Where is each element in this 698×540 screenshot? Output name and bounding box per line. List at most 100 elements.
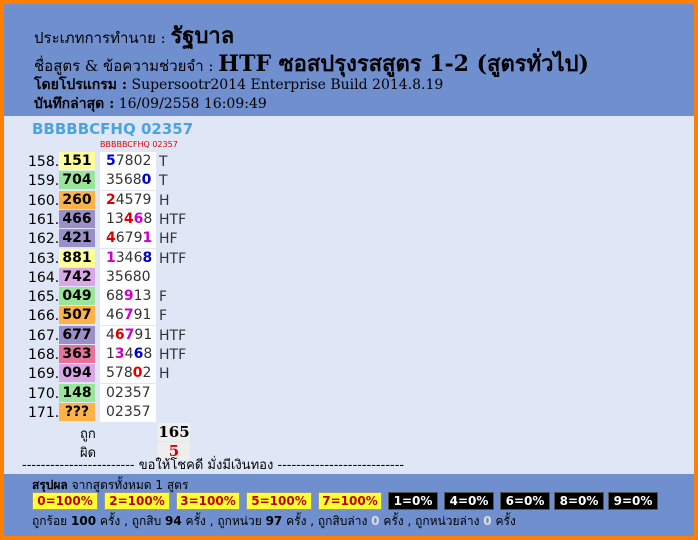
formula-digit: 46: [106, 307, 124, 324]
row-result: 466: [59, 209, 95, 228]
row-number: 158.: [28, 154, 60, 170]
row-formula-digits: 46791: [100, 306, 156, 326]
row-result: 094: [59, 364, 95, 383]
row-tag: H: [159, 366, 170, 383]
row-result: 363: [59, 345, 95, 363]
formula-digit: 35680: [106, 268, 151, 285]
formula-digit: 2: [106, 191, 116, 208]
row-formula-digits: 68913: [100, 287, 156, 307]
row-formula-digits: 46791: [100, 229, 156, 249]
formula-digit: 8: [142, 249, 153, 266]
formula-digit: 68: [106, 288, 124, 305]
formula-digit: 8: [143, 210, 153, 227]
row-number: 170.: [28, 385, 60, 402]
prediction-type-label: ประเภทการทำนาย :: [34, 29, 166, 47]
table-row: 169. 094 57802 H: [26, 364, 191, 384]
formula-digit: 7802: [115, 153, 152, 169]
row-result: 677: [59, 325, 95, 344]
row-result: 148: [59, 383, 95, 402]
summary-footer: สรุปผล จากสูตรทั้งหมด 1 สูตร 0=100% 2=100…: [4, 474, 694, 536]
summary-title-rest: จากสูตรทั้งหมด 1 สูตร: [67, 478, 189, 492]
row-result: 049: [59, 287, 95, 306]
formula-digit: 13: [106, 210, 124, 227]
digit-badge: 7=100%: [318, 492, 382, 510]
row-formula-digits: 57802: [100, 364, 156, 384]
column-header: BBBBBCFHQ 02357: [100, 140, 178, 149]
row-number: 167.: [28, 327, 60, 344]
row-number: 161.: [28, 211, 60, 228]
row-tag: F: [159, 308, 168, 325]
row-formula-digits: 35680: [100, 171, 156, 191]
row-formula-digits: 35680: [100, 267, 156, 287]
formula-digit: 4: [106, 230, 116, 247]
digit-badge: 5=100%: [246, 492, 312, 510]
row-tag: HTF: [159, 211, 187, 228]
formula-digit: 7: [124, 326, 135, 343]
formula-digit: 4: [123, 210, 134, 227]
stat-lower-units-label: ครั้ง , ถูกหน่วยล่าง: [383, 514, 480, 528]
row-tag: HTF: [159, 347, 187, 363]
row-number: 160.: [28, 192, 60, 209]
digit-badge: 2=100%: [104, 492, 170, 510]
formula-digit: 4: [106, 326, 115, 343]
formula-digit: 91: [134, 326, 153, 343]
table-row: 164. 742 35680: [26, 267, 191, 287]
formula-digit: 6: [133, 210, 144, 227]
stat-hundreds-label: ถูกร้อย: [32, 514, 68, 528]
digit-badge: 8=0%: [554, 492, 604, 510]
row-result: 881: [59, 248, 95, 267]
row-result: 704: [59, 171, 95, 190]
formula-digit: 3568: [106, 172, 142, 189]
formula-digit: 1: [106, 249, 116, 266]
row-formula-digits: 13468: [100, 248, 156, 268]
digit-badge: 4=0%: [444, 492, 494, 510]
table-row: 168. 363 13468 HTF: [26, 345, 191, 364]
table-row: 166. 507 46791 F: [26, 306, 191, 326]
formula-digit: 91: [133, 307, 152, 324]
row-formula-digits: 57802: [100, 152, 156, 171]
digit-badge: 6=0%: [500, 492, 550, 510]
table-row: 158. 151 57802 T: [26, 152, 191, 171]
report-header: ประเภทการทำนาย : รัฐบาล ชื่อสูตร & ข้อคว…: [4, 4, 694, 116]
table-row: 170. 148 02357: [26, 383, 191, 403]
divider-line: ------------------------ ขอให้โชคดี มั่ง…: [22, 458, 405, 473]
table-row: 162. 421 46791 HF: [26, 229, 191, 249]
row-formula-digits: 02357: [100, 383, 156, 403]
program-label: โดยโปรแกรม :: [34, 77, 128, 93]
table-row: 160. 260 24579 H: [26, 190, 191, 210]
row-tag: HF: [159, 231, 178, 248]
formula-digit: 4: [124, 346, 134, 362]
formula-digit: 13: [133, 288, 152, 305]
table-row: 165. 049 68913 F: [26, 287, 191, 307]
formula-digit: 1: [106, 346, 115, 362]
stat-units-label: ครั้ง , ถูกหน่วย: [185, 514, 262, 528]
row-number: 168.: [28, 347, 60, 363]
formula-digit: 3: [114, 346, 125, 362]
formula-digit: 9: [123, 288, 134, 305]
row-number: 169.: [28, 366, 60, 383]
row-number: 163.: [28, 250, 60, 267]
row-number: 162.: [28, 231, 60, 248]
summary-correct-value: 165: [158, 423, 190, 442]
table-row: 163. 881 13468 HTF: [26, 248, 191, 268]
row-formula-digits: 24579: [100, 190, 156, 210]
row-number: 165.: [28, 289, 60, 306]
row-formula-digits: 13468: [100, 209, 156, 229]
formula-digit: 346: [115, 249, 143, 266]
row-result: 151: [59, 152, 95, 170]
formula-digit: 4579: [115, 191, 152, 208]
row-tag: T: [159, 173, 168, 190]
stat-lower-tens-label: ครั้ง , ถูกสิบล่าง: [286, 514, 368, 528]
row-tag: F: [159, 289, 168, 306]
row-result: 421: [59, 229, 95, 248]
row-tag: H: [159, 192, 170, 209]
table-row: 159. 704 35680 T: [26, 171, 191, 191]
table-row: 167. 677 46791 HTF: [26, 325, 191, 345]
formula-digit: 679: [115, 230, 143, 247]
row-result: 742: [59, 267, 95, 286]
row-number: 159.: [28, 173, 60, 190]
row-result: 260: [59, 190, 95, 209]
formula-digit: 6: [133, 346, 144, 362]
formula-digit: 0: [141, 172, 152, 189]
formula-digit: 1: [142, 230, 153, 247]
